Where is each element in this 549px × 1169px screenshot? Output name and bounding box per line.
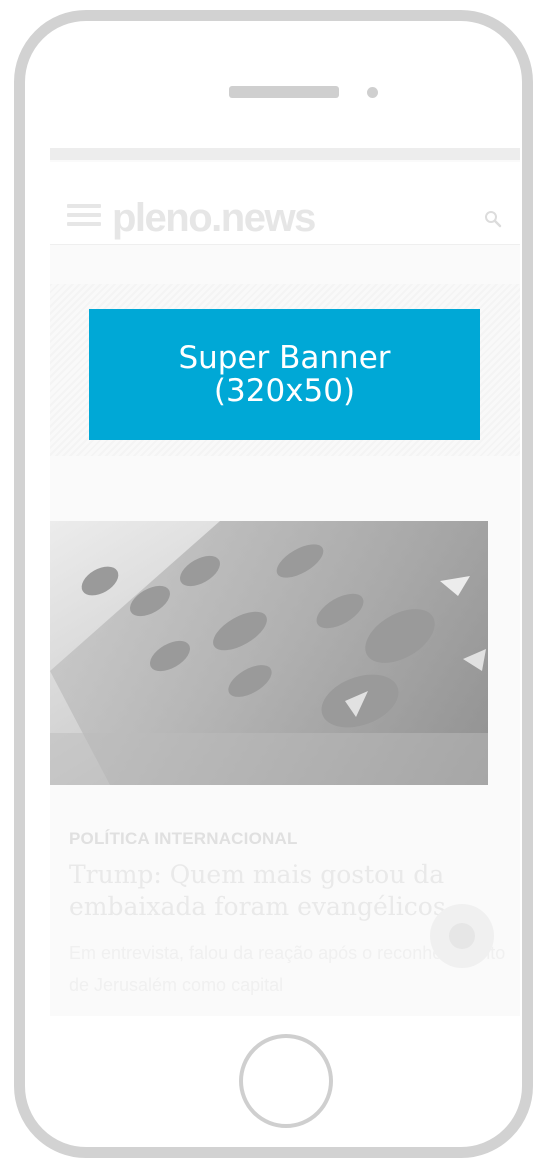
super-banner-label: Super Banner (320x50) xyxy=(178,339,391,409)
floating-action-button[interactable] xyxy=(430,904,494,968)
phone-screen: pleno.news Super Banner (320x50) POLÍTIC… xyxy=(50,148,520,1016)
article-category[interactable]: POLÍTICA INTERNACIONAL xyxy=(69,829,298,849)
search-icon[interactable] xyxy=(484,210,502,228)
site-header: pleno.news xyxy=(50,162,520,245)
super-banner-ad[interactable]: Super Banner (320x50) xyxy=(89,309,480,440)
phone-speaker xyxy=(229,86,339,98)
hamburger-icon[interactable] xyxy=(67,204,101,226)
article-image[interactable] xyxy=(50,521,488,785)
phone-camera xyxy=(367,87,378,98)
article-title[interactable]: Trump: Quem mais gostou da embaixada for… xyxy=(69,859,489,923)
home-button[interactable] xyxy=(239,1034,333,1128)
site-logo[interactable]: pleno.news xyxy=(112,194,316,242)
status-bar xyxy=(50,148,520,160)
